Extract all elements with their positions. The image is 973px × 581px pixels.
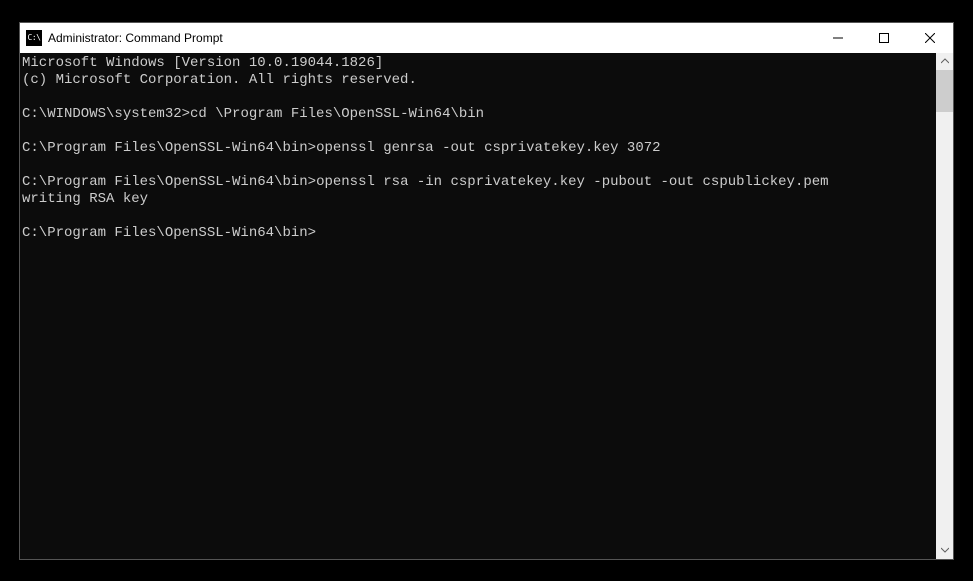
command-cd: cd \Program Files\OpenSSL-Win64\bin: [190, 106, 484, 122]
scroll-thumb[interactable]: [936, 70, 953, 112]
minimize-icon: [833, 33, 843, 43]
terminal-output[interactable]: Microsoft Windows [Version 10.0.19044.18…: [20, 53, 936, 559]
terminal-area: Microsoft Windows [Version 10.0.19044.18…: [20, 53, 953, 559]
prompt: C:\Program Files\OpenSSL-Win64\bin>: [22, 174, 316, 190]
command-rsa-pubout: openssl rsa -in csprivatekey.key -pubout…: [316, 174, 828, 190]
scroll-down-button[interactable]: [936, 542, 953, 559]
minimize-button[interactable]: [815, 23, 861, 53]
scroll-up-button[interactable]: [936, 53, 953, 70]
prompt: C:\WINDOWS\system32>: [22, 106, 190, 122]
scroll-track[interactable]: [936, 70, 953, 542]
command-genrsa: openssl genrsa -out csprivatekey.key 307…: [316, 140, 660, 156]
copyright-line: (c) Microsoft Corporation. All rights re…: [22, 72, 417, 88]
command-prompt-window: C:\ Administrator: Command Prompt: [19, 22, 954, 560]
close-icon: [925, 33, 935, 43]
chevron-down-icon: [941, 546, 949, 554]
window-title: Administrator: Command Prompt: [48, 31, 223, 45]
window-controls: [815, 23, 953, 53]
output-writing-key: writing RSA key: [22, 191, 148, 207]
maximize-icon: [879, 33, 889, 43]
vertical-scrollbar[interactable]: [936, 53, 953, 559]
maximize-button[interactable]: [861, 23, 907, 53]
current-prompt: C:\Program Files\OpenSSL-Win64\bin>: [22, 225, 316, 241]
close-button[interactable]: [907, 23, 953, 53]
cmd-icon: C:\: [26, 30, 42, 46]
prompt: C:\Program Files\OpenSSL-Win64\bin>: [22, 140, 316, 156]
chevron-up-icon: [941, 57, 949, 65]
os-version-line: Microsoft Windows [Version 10.0.19044.18…: [22, 55, 383, 71]
titlebar[interactable]: C:\ Administrator: Command Prompt: [20, 23, 953, 53]
